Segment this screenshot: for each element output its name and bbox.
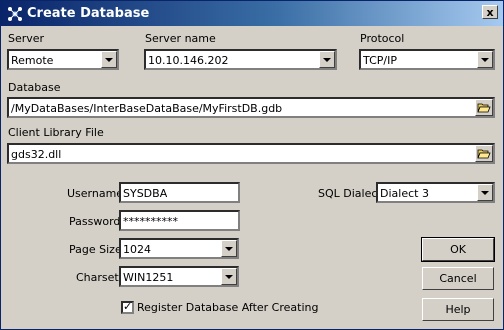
sql-dialect-select[interactable]: Dialect 3 bbox=[376, 182, 495, 203]
client-library-label: Client Library File bbox=[8, 126, 104, 139]
client-library-value: gds32.dll bbox=[11, 148, 62, 161]
chevron-down-icon[interactable] bbox=[221, 268, 237, 285]
sql-dialect-label: SQL Dialect bbox=[318, 187, 382, 200]
register-database-label[interactable]: Register Database After Creating bbox=[137, 301, 318, 314]
sql-dialect-value: Dialect 3 bbox=[380, 187, 429, 200]
password-label: Password bbox=[69, 215, 121, 228]
folder-open-icon bbox=[477, 149, 491, 159]
charset-select[interactable]: WIN1251 bbox=[119, 266, 239, 287]
cancel-button[interactable]: Cancel bbox=[422, 267, 494, 290]
database-label: Database bbox=[8, 81, 61, 94]
username-value: SYSDBA bbox=[123, 187, 168, 200]
ok-button[interactable]: OK bbox=[421, 237, 495, 262]
password-field[interactable]: ********** bbox=[119, 210, 240, 231]
chevron-down-icon[interactable] bbox=[221, 240, 237, 257]
register-database-checkbox[interactable] bbox=[121, 300, 134, 314]
server-name-value: 10.10.146.202 bbox=[148, 54, 229, 67]
title-bar[interactable]: Create Database x bbox=[1, 1, 503, 26]
protocol-select[interactable]: TCP/IP bbox=[359, 49, 495, 70]
charset-value: WIN1251 bbox=[123, 271, 174, 284]
chevron-down-icon[interactable] bbox=[477, 51, 493, 68]
page-size-label: Page Size bbox=[69, 243, 122, 256]
help-button[interactable]: Help bbox=[422, 298, 494, 321]
username-field[interactable]: SYSDBA bbox=[119, 182, 240, 203]
chevron-down-icon[interactable] bbox=[477, 184, 493, 201]
close-button[interactable]: x bbox=[482, 5, 498, 19]
server-select[interactable]: Remote bbox=[7, 49, 119, 70]
server-label: Server bbox=[8, 32, 45, 45]
database-path-field[interactable]: /MyDataBases/InterBaseDataBase/MyFirstDB… bbox=[7, 97, 495, 118]
page-size-select[interactable]: 1024 bbox=[119, 238, 239, 259]
protocol-label: Protocol bbox=[360, 32, 405, 45]
client-library-field[interactable]: gds32.dll bbox=[7, 143, 495, 164]
open-folder-button[interactable] bbox=[475, 99, 493, 116]
charset-label: Charset bbox=[76, 271, 119, 284]
server-name-label: Server name bbox=[145, 32, 216, 45]
database-path-value: /MyDataBases/InterBaseDataBase/MyFirstDB… bbox=[11, 102, 283, 115]
window-title: Create Database bbox=[27, 6, 150, 21]
password-value: ********** bbox=[123, 215, 178, 228]
server-value: Remote bbox=[11, 54, 54, 67]
open-folder-button[interactable] bbox=[475, 145, 493, 162]
username-label: Username bbox=[67, 187, 124, 200]
protocol-value: TCP/IP bbox=[363, 54, 397, 67]
folder-open-icon bbox=[477, 103, 491, 113]
page-size-value: 1024 bbox=[123, 243, 151, 256]
close-icon: x bbox=[486, 6, 494, 19]
network-database-icon bbox=[8, 7, 22, 21]
create-database-dialog: Create Database x Server Server name Pro… bbox=[0, 0, 504, 330]
server-name-combo[interactable]: 10.10.146.202 bbox=[144, 49, 337, 70]
chevron-down-icon[interactable] bbox=[101, 51, 117, 68]
chevron-down-icon[interactable] bbox=[319, 51, 335, 68]
